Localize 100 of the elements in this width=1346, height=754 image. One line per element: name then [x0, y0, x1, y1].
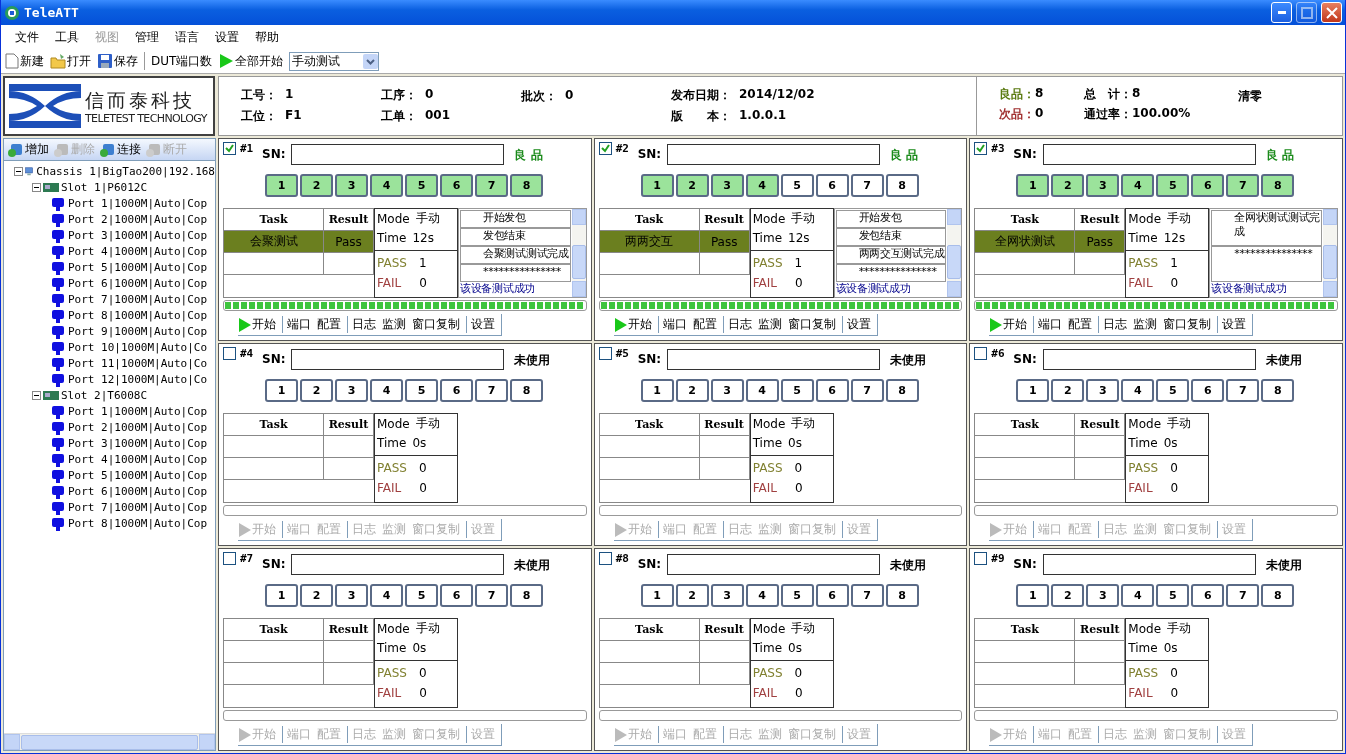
port-button[interactable]: 1 — [640, 379, 674, 402]
port-button[interactable]: 2 — [1051, 379, 1085, 402]
port-button[interactable]: 8 — [510, 584, 543, 607]
port-button[interactable]: 4 — [370, 584, 403, 607]
port-button[interactable]: 1 — [1016, 584, 1050, 607]
sn-field[interactable] — [1042, 144, 1256, 165]
port-button[interactable]: 2 — [300, 379, 333, 402]
port-button[interactable]: 1 — [265, 379, 298, 402]
port-button[interactable]: 5 — [1156, 584, 1190, 607]
tree-item[interactable]: Chassis 1|BigTao200|192.168 — [36, 164, 215, 178]
port-button[interactable]: 5 — [405, 584, 438, 607]
tree-item[interactable]: Port 2|1000M|Auto|Cop — [68, 420, 208, 434]
open-button[interactable]: 打开 — [50, 52, 91, 70]
action-link[interactable]: 配置 — [692, 316, 717, 333]
port-button[interactable]: 7 — [475, 379, 508, 402]
collapse-icon[interactable] — [14, 166, 23, 176]
action-link[interactable]: 设置 — [841, 316, 871, 333]
port-button[interactable]: 2 — [1051, 584, 1085, 607]
sn-field[interactable] — [1042, 554, 1256, 575]
start-all-button[interactable]: 全部开始 — [218, 52, 284, 70]
tree-item[interactable]: Port 2|1000M|Auto|Cop — [68, 212, 208, 226]
tree-item[interactable]: Port 3|1000M|Auto|Cop — [68, 436, 208, 450]
port-button[interactable]: 6 — [440, 174, 473, 197]
tree-item[interactable]: Port 7|1000M|Auto|Cop — [68, 292, 208, 306]
port-button[interactable]: 4 — [745, 379, 779, 402]
port-button[interactable]: 8 — [510, 174, 543, 197]
port-button[interactable]: 4 — [1121, 584, 1155, 607]
port-button[interactable]: 5 — [1156, 379, 1190, 402]
tree-item[interactable]: Port 4|1000M|Auto|Cop — [68, 452, 208, 466]
tree-item[interactable]: Port 11|1000M|Auto|Co — [68, 356, 208, 370]
port-button[interactable]: 6 — [815, 174, 849, 197]
port-button[interactable]: 1 — [1016, 174, 1050, 197]
tree-item[interactable]: Port 8|1000M|Auto|Cop — [68, 308, 208, 322]
checkbox[interactable] — [598, 347, 612, 360]
port-button[interactable]: 3 — [335, 379, 368, 402]
port-button[interactable]: 2 — [1051, 174, 1085, 197]
task-row[interactable]: 全网状测试 Pass — [975, 231, 1126, 253]
port-button[interactable]: 2 — [675, 584, 709, 607]
tree-item[interactable]: Port 6|1000M|Auto|Cop — [68, 276, 208, 290]
port-button[interactable]: 4 — [370, 174, 403, 197]
tree-item[interactable]: Port 4|1000M|Auto|Cop — [68, 244, 208, 258]
dut-ports-button[interactable]: DUT端口数 — [151, 52, 213, 70]
tree-item[interactable]: Port 1|1000M|Auto|Cop — [68, 404, 208, 418]
port-button[interactable]: 6 — [815, 584, 849, 607]
port-button[interactable]: 1 — [1016, 379, 1050, 402]
port-button[interactable]: 6 — [1191, 584, 1225, 607]
action-link[interactable]: 日志 — [722, 316, 752, 333]
menu-item[interactable]: 工具 — [47, 26, 87, 48]
port-button[interactable]: 3 — [1086, 379, 1120, 402]
sn-field[interactable] — [291, 349, 505, 370]
checkbox[interactable] — [974, 347, 988, 360]
task-row[interactable]: 会聚测试 Pass — [224, 231, 374, 253]
sn-field[interactable] — [1042, 349, 1256, 370]
checkbox[interactable] — [223, 347, 236, 360]
start-button[interactable]: 开始 — [238, 316, 276, 333]
close-button[interactable] — [1321, 2, 1342, 23]
sn-field[interactable] — [667, 554, 881, 575]
menu-item[interactable]: 文件 — [7, 26, 47, 48]
port-button[interactable]: 5 — [780, 584, 814, 607]
port-button[interactable]: 7 — [1226, 174, 1260, 197]
port-button[interactable]: 2 — [300, 584, 333, 607]
port-button[interactable]: 7 — [850, 379, 884, 402]
action-link[interactable]: 窗口复制 — [787, 316, 836, 333]
tree-item[interactable]: Port 8|1000M|Auto|Cop — [68, 516, 208, 530]
port-button[interactable]: 5 — [1156, 174, 1190, 197]
action-link[interactable]: 监测 — [757, 316, 782, 333]
action-link[interactable]: 日志 — [347, 316, 376, 333]
tree-item[interactable]: Port 10|1000M|Auto|Co — [68, 340, 208, 354]
port-button[interactable]: 4 — [370, 379, 403, 402]
action-link[interactable]: 窗口复制 — [1163, 316, 1212, 333]
port-button[interactable]: 6 — [440, 584, 473, 607]
action-link[interactable]: 设置 — [466, 316, 495, 333]
port-button[interactable]: 8 — [510, 379, 543, 402]
checkbox[interactable] — [223, 142, 236, 155]
port-button[interactable]: 6 — [440, 379, 473, 402]
action-link[interactable]: 监测 — [1133, 316, 1158, 333]
sn-field[interactable] — [291, 554, 505, 575]
menu-item[interactable]: 帮助 — [247, 26, 287, 48]
port-button[interactable]: 7 — [1226, 584, 1260, 607]
action-link[interactable]: 日志 — [1098, 316, 1128, 333]
port-button[interactable]: 1 — [265, 584, 298, 607]
port-button[interactable]: 7 — [850, 174, 884, 197]
port-button[interactable]: 2 — [675, 379, 709, 402]
action-link[interactable]: 端口 — [282, 316, 311, 333]
port-button[interactable]: 8 — [1261, 379, 1295, 402]
port-button[interactable]: 5 — [405, 174, 438, 197]
port-button[interactable]: 6 — [815, 379, 849, 402]
port-button[interactable]: 8 — [885, 584, 919, 607]
vertical-scrollbar[interactable] — [947, 209, 962, 297]
action-link[interactable]: 端口 — [1033, 316, 1063, 333]
port-button[interactable]: 6 — [1191, 379, 1225, 402]
save-button[interactable]: 保存 — [97, 52, 138, 70]
port-button[interactable]: 5 — [780, 174, 814, 197]
port-button[interactable]: 7 — [475, 584, 508, 607]
port-button[interactable]: 6 — [1191, 174, 1225, 197]
port-button[interactable]: 7 — [850, 584, 884, 607]
port-button[interactable]: 1 — [640, 174, 674, 197]
port-button[interactable]: 8 — [885, 379, 919, 402]
task-row[interactable]: 两两交互 Pass — [599, 231, 750, 253]
action-link[interactable]: 设置 — [1217, 316, 1247, 333]
